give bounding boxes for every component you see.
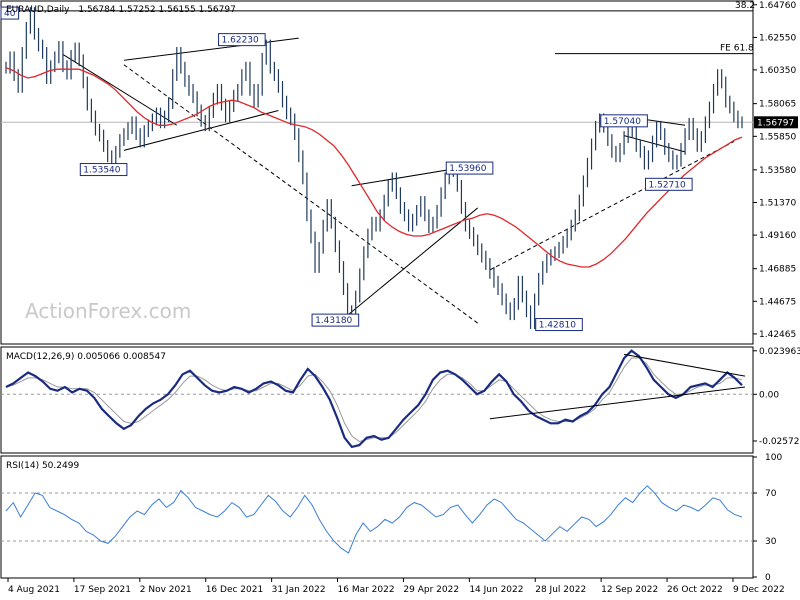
- price-y-tick-label: 1.58065: [759, 100, 796, 110]
- watermark: ActionForex.com: [25, 299, 191, 323]
- label-1-62230: 1.62230: [218, 33, 266, 47]
- label-1-53540: 1.53540: [79, 163, 128, 177]
- label-1-43180-text: 1.43180: [315, 316, 352, 326]
- label-1-53960-text: 1.53960: [449, 164, 486, 174]
- label-1-42810: 1.42810: [535, 318, 583, 332]
- rsi-panel-frame: [0, 455, 754, 579]
- ohlc-readout: 1.56784 1.57252 1.56155 1.56797: [78, 5, 235, 15]
- rsi-y-tick-label: 100: [765, 453, 782, 463]
- label-1-53540-text: 1.53540: [83, 166, 120, 176]
- x-tick-label: 16 Dec 2021: [206, 585, 264, 595]
- price-y-tick-label: 1.51370: [759, 198, 796, 208]
- x-tick-label: 14 Jun 2022: [469, 585, 523, 595]
- chart-root: ActionForex.com 38.2FE 61.8 401.622301.5…: [0, 0, 800, 595]
- price-y-tick-label: 1.49160: [759, 231, 796, 241]
- price-y-tick-label: 1.55850: [759, 132, 796, 142]
- x-tick-label: 29 Apr 2022: [403, 585, 459, 595]
- rsi-panel-title: RSI(14) 50.2499: [6, 461, 79, 471]
- symbol-label: EURAUD,Daily: [6, 5, 70, 15]
- x-tick-label: 31 Jan 2022: [272, 585, 326, 595]
- label-1-52710: 1.52710: [645, 177, 693, 191]
- price-y-tick-label: 1.60350: [759, 66, 796, 76]
- price-panel-title: EURAUD,Daily 1.56784 1.57252 1.56155 1.5…: [6, 5, 236, 15]
- x-tick-label: 26 Oct 2022: [667, 585, 723, 595]
- fe-61-8-label: FE 61.8: [720, 44, 754, 54]
- x-tick-label: 12 Sep 2022: [601, 585, 658, 595]
- macd-y-tick-label: 0.023963: [759, 347, 800, 357]
- price-y-tick-label: 1.46885: [759, 265, 796, 275]
- macd-y-tick-label: 0.00: [759, 390, 779, 400]
- macd-panel-title: MACD(12,26,9) 0.005066 0.008547: [6, 352, 166, 362]
- label-1-53960: 1.53960: [445, 161, 494, 175]
- price-y-tick-label: 1.62550: [759, 33, 796, 43]
- x-tick-label: 16 Mar 2022: [338, 585, 395, 595]
- last-price-label: 1.56797: [757, 118, 794, 128]
- price-y-tick-label: 1.64760: [759, 1, 796, 11]
- price-y-tick-label: 1.44675: [759, 297, 796, 307]
- label-1-62230-text: 1.62230: [222, 36, 259, 46]
- x-tick-label: 4 Aug 2021: [8, 585, 60, 595]
- rsi-y-tick-label: 30: [765, 537, 777, 547]
- rsi-y-tick-label: 70: [765, 489, 777, 499]
- label-1-43180: 1.43180: [311, 313, 360, 327]
- x-tick-label: 28 Jul 2022: [535, 585, 586, 595]
- rsi-y-tick-label: 0: [765, 573, 771, 583]
- label-1-57040: 1.57040: [600, 114, 648, 128]
- macd-y-tick-label: -0.025726: [759, 437, 800, 447]
- fib-38-2-label: 38.2: [735, 1, 755, 11]
- x-tick-label: 9 Dec 2022: [733, 585, 785, 595]
- x-tick-label: 2 Nov 2021: [140, 585, 192, 595]
- price-y-tick-label: 1.53580: [759, 166, 796, 176]
- label-1-42810-text: 1.42810: [539, 321, 576, 331]
- price-y-tick-label: 1.42465: [759, 330, 796, 340]
- label-1-52710-text: 1.52710: [649, 180, 686, 190]
- label-1-57040-text: 1.57040: [604, 117, 641, 127]
- x-tick-label: 17 Sep 2021: [74, 585, 131, 595]
